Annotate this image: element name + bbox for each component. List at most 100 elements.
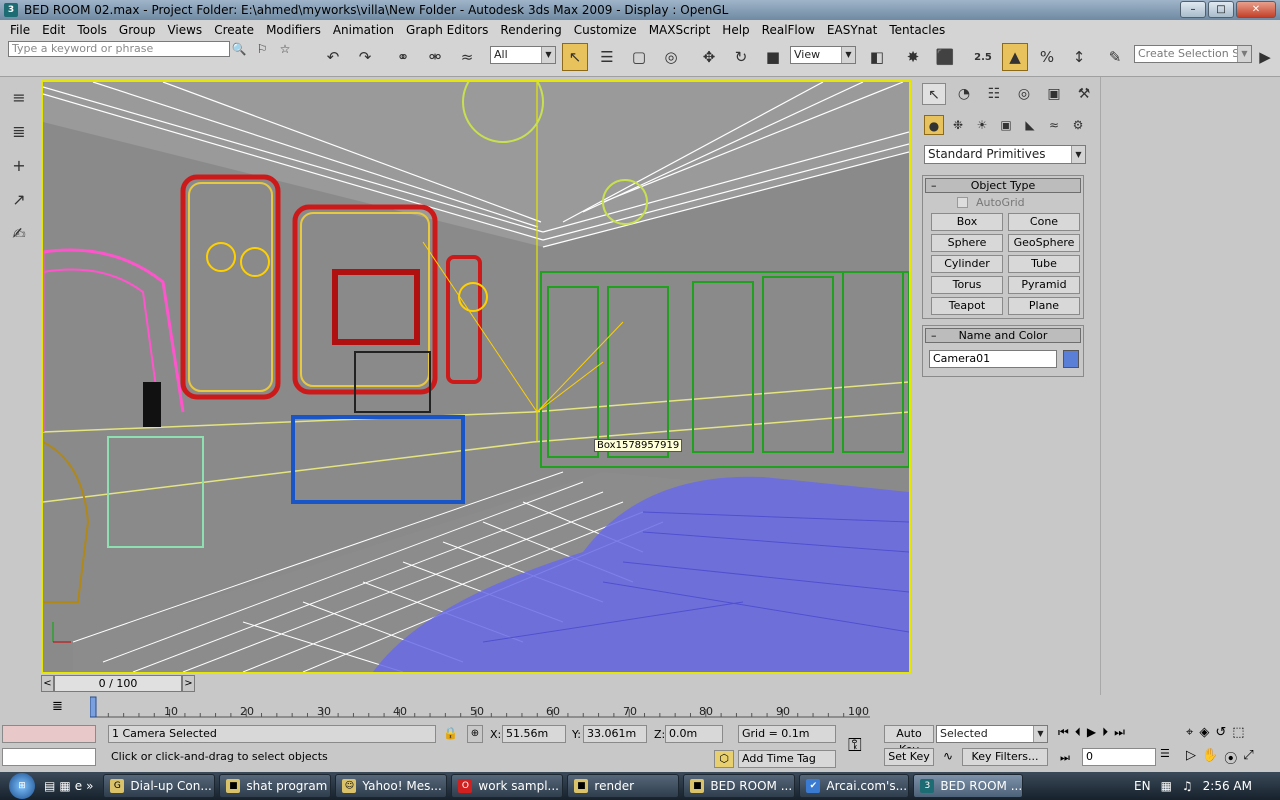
window-crossing-icon[interactable]: ◎: [658, 43, 684, 71]
move-icon[interactable]: ✥: [696, 43, 722, 71]
menu-tools[interactable]: Tools: [71, 23, 113, 37]
geosphere-button[interactable]: GeoSphere: [1008, 234, 1080, 252]
torus-button[interactable]: Torus: [931, 276, 1003, 294]
select-link-icon[interactable]: ⚭: [390, 43, 416, 71]
close-button[interactable]: ✕: [1236, 1, 1276, 18]
favorites-icon[interactable]: ☆: [274, 40, 296, 58]
key-icon[interactable]: ⚿: [848, 735, 862, 756]
lock-icon[interactable]: 🔒: [443, 726, 458, 740]
search-input[interactable]: Type a keyword or phrase: [8, 41, 230, 57]
keyboard-shortcut-icon[interactable]: ⬛: [932, 43, 958, 71]
rotate-icon[interactable]: ↻: [728, 43, 754, 71]
key-filters-button[interactable]: Key Filters...: [962, 748, 1048, 766]
clock[interactable]: 2:56 AM: [1203, 779, 1252, 793]
menu-graph-editors[interactable]: Graph Editors: [400, 23, 494, 37]
named-selection-dropdown[interactable]: Create Selection Set ▼: [1134, 45, 1252, 63]
select-manipulate-icon[interactable]: ✸: [900, 43, 926, 71]
bookmark-icon[interactable]: ⚐: [251, 40, 273, 58]
hierarchy-tab-icon[interactable]: ☷: [982, 83, 1006, 105]
z-coordinate-field[interactable]: 0.0m: [665, 725, 723, 743]
shapes-icon[interactable]: ❉: [948, 115, 968, 135]
menu-realflow[interactable]: RealFlow: [756, 23, 821, 37]
y-coordinate-field[interactable]: 33.061m: [583, 725, 647, 743]
arc-rotate-icon[interactable]: ⦿: [1224, 748, 1237, 767]
taskbar-item-active[interactable]: 3 BED ROOM ...: [913, 774, 1024, 798]
motion-tab-icon[interactable]: ◎: [1012, 83, 1036, 105]
scale-icon[interactable]: ■: [760, 43, 786, 71]
redo-icon[interactable]: ↷: [352, 43, 378, 71]
maximize-viewport-icon[interactable]: ⤢: [1243, 748, 1253, 767]
absolute-mode-icon[interactable]: ⊕: [467, 725, 483, 743]
space-warps-icon[interactable]: ≈: [1044, 115, 1064, 135]
auto-key-button[interactable]: Auto Key: [884, 725, 934, 756]
key-tangent-icon[interactable]: ∿: [938, 749, 958, 767]
name-color-header[interactable]: – Name and Color: [925, 328, 1081, 343]
bind-space-warp-icon[interactable]: ≈: [454, 43, 480, 71]
menu-rendering[interactable]: Rendering: [494, 23, 567, 37]
menu-help[interactable]: Help: [716, 23, 755, 37]
start-button[interactable]: ⊞: [0, 772, 44, 800]
menu-tentacles[interactable]: Tentacles: [883, 23, 951, 37]
go-to-end-icon[interactable]: ⏭: [1114, 725, 1125, 740]
maximize-button[interactable]: □: [1208, 1, 1234, 18]
taskbar-item[interactable]: ☺ Yahoo! Mes...: [335, 774, 448, 798]
menu-views[interactable]: Views: [161, 23, 208, 37]
key-mode-dropdown[interactable]: Selected ▼: [936, 725, 1048, 743]
x-coordinate-field[interactable]: 51.56m: [502, 725, 566, 743]
language-indicator[interactable]: EN: [1134, 779, 1151, 793]
taskbar-item[interactable]: ✔ Arcai.com's...: [799, 774, 910, 798]
create-icon[interactable]: +: [6, 153, 32, 179]
network-icon[interactable]: ▦: [1161, 779, 1172, 793]
orbit-icon[interactable]: ↺: [1215, 725, 1226, 740]
pivot-point-icon[interactable]: ◧: [864, 43, 890, 71]
cylinder-button[interactable]: Cylinder: [931, 255, 1003, 273]
object-type-header[interactable]: – Object Type: [925, 178, 1081, 193]
zoom-icon[interactable]: ⌖: [1186, 725, 1193, 740]
autogrid-checkbox[interactable]: AutoGrid: [957, 196, 1025, 209]
modify-tab-icon[interactable]: ◔: [952, 83, 976, 105]
box-button[interactable]: Box: [931, 213, 1003, 231]
display-tab-icon[interactable]: ▣: [1042, 83, 1066, 105]
add-time-tag-button[interactable]: Add Time Tag: [738, 750, 836, 768]
search-icon[interactable]: 🔍: [228, 40, 250, 58]
switch-windows-icon[interactable]: ▦: [59, 779, 70, 793]
utilities-tab-icon[interactable]: ⚒: [1072, 83, 1096, 105]
pan-icon[interactable]: ✋: [1202, 748, 1218, 767]
geometry-icon[interactable]: ●: [924, 115, 944, 135]
undo-icon[interactable]: ↶: [320, 43, 346, 71]
object-name-input[interactable]: Camera01: [929, 350, 1057, 368]
snap-toggle-icon[interactable]: 2.5: [970, 43, 996, 71]
plane-button[interactable]: Plane: [1008, 297, 1080, 315]
prev-frame-button[interactable]: <: [41, 675, 54, 692]
internet-explorer-icon[interactable]: e: [75, 779, 82, 793]
lights-icon[interactable]: ☀: [972, 115, 992, 135]
previous-frame-icon[interactable]: ⏴: [1075, 725, 1081, 740]
perspective-viewport[interactable]: Box1578957919: [41, 80, 911, 674]
helpers-icon[interactable]: ◣: [1020, 115, 1040, 135]
reference-coordinate-dropdown[interactable]: View ▼: [790, 46, 856, 64]
zoom-all-icon[interactable]: ◈: [1199, 725, 1209, 740]
menu-create[interactable]: Create: [208, 23, 260, 37]
key-mode-toggle-icon[interactable]: ⏭: [1060, 751, 1070, 765]
taskbar-item[interactable]: ■ BED ROOM ...: [683, 774, 796, 798]
angle-snap-icon[interactable]: ▲: [1002, 43, 1028, 71]
taskbar-item[interactable]: ■ shat program: [219, 774, 332, 798]
select-object-icon[interactable]: ↖: [562, 43, 588, 71]
set-key-button[interactable]: Set Key: [884, 748, 934, 766]
pyramid-button[interactable]: Pyramid: [1008, 276, 1080, 294]
play-icon[interactable]: ▶: [1087, 725, 1096, 740]
percent-snap-icon[interactable]: %: [1034, 43, 1060, 71]
taskbar-item[interactable]: Owork sampl...: [451, 774, 564, 798]
rectangular-region-icon[interactable]: ▢: [626, 43, 652, 71]
teapot-button[interactable]: Teapot: [931, 297, 1003, 315]
minimize-button[interactable]: –: [1180, 1, 1206, 18]
select-by-name-icon[interactable]: ☰: [594, 43, 620, 71]
paint-select-icon[interactable]: ✍: [6, 221, 32, 247]
go-to-start-icon[interactable]: ⏮: [1058, 725, 1069, 740]
graphite-tools-icon[interactable]: ≣: [6, 119, 32, 145]
edit-named-selection-icon[interactable]: ✎: [1102, 43, 1128, 71]
menu-customize[interactable]: Customize: [568, 23, 643, 37]
menu-modifiers[interactable]: Modifiers: [260, 23, 327, 37]
unlink-icon[interactable]: ⚮: [422, 43, 448, 71]
time-slider[interactable]: 0 / 100: [54, 675, 182, 692]
